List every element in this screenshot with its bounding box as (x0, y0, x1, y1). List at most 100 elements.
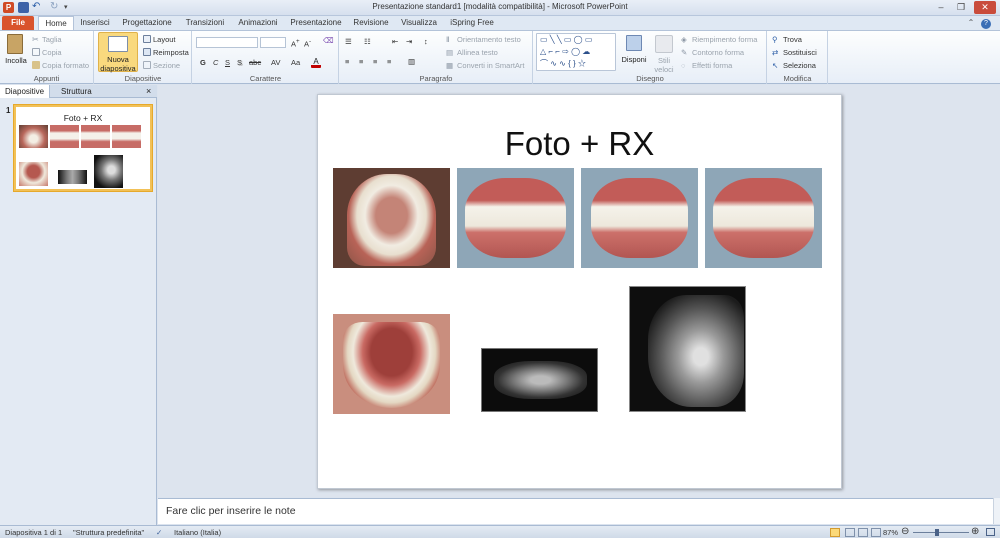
shadow-button[interactable]: S (237, 58, 242, 67)
cut-icon[interactable]: ✂ (32, 35, 39, 44)
zoom-out-icon[interactable]: ⊖ (901, 526, 909, 537)
align-right-icon[interactable]: ≡ (373, 57, 377, 66)
quick-styles-line1[interactable]: Stili (650, 56, 678, 65)
close-icon[interactable]: ✕ (974, 1, 996, 14)
zoom-level[interactable]: 87% (883, 528, 898, 537)
arrange-icon[interactable] (626, 35, 642, 51)
minimize-icon[interactable]: – (932, 1, 950, 14)
new-slide-button-line2[interactable]: diapositiva (95, 64, 141, 73)
notes-pane[interactable]: Fare clic per inserire le note (158, 498, 993, 524)
shape-outline-button[interactable]: Contorno forma (692, 48, 744, 57)
smartart-icon[interactable]: ▦ (446, 61, 453, 70)
new-slide-button-line1[interactable]: Nuova (98, 55, 138, 64)
align-left-icon[interactable]: ≡ (345, 57, 349, 66)
line-spacing-icon[interactable]: ↕ (424, 37, 428, 46)
tab-file[interactable]: File (2, 16, 34, 30)
copy-button[interactable]: Copia (42, 48, 62, 57)
shape-outline-icon[interactable]: ✎ (681, 48, 687, 57)
clear-format-icon[interactable]: ⌫ (323, 36, 334, 45)
section-icon[interactable] (143, 61, 151, 69)
shape-fill-icon[interactable]: ◈ (681, 35, 687, 44)
layout-button[interactable]: Layout (153, 35, 176, 44)
text-direction-icon[interactable]: Ⅱ (446, 35, 450, 44)
shape-effects-icon[interactable]: ◌ (681, 61, 685, 70)
reading-view-icon[interactable] (858, 528, 868, 537)
restore-icon[interactable]: ❐ (952, 1, 970, 14)
section-button[interactable]: Sezione (153, 61, 180, 70)
slide-title[interactable]: Foto + RX (318, 125, 841, 163)
slide-thumbnail[interactable]: Foto + RX (14, 105, 152, 191)
find-button[interactable]: Trova (783, 35, 802, 44)
tab-transitions[interactable]: Transizioni (180, 16, 230, 30)
font-size-select[interactable] (260, 37, 286, 48)
shape-fill-button[interactable]: Riempimento forma (692, 35, 757, 44)
align-text-icon[interactable]: ▤ (446, 48, 453, 57)
font-color-icon[interactable]: A (311, 58, 321, 68)
tab-slideshow[interactable]: Presentazione (288, 16, 344, 30)
justify-icon[interactable]: ≡ (387, 57, 391, 66)
xray-cephalometric[interactable] (629, 286, 746, 412)
increase-indent-icon[interactable]: ⇥ (406, 37, 412, 46)
photo-lower-occlusal[interactable] (333, 314, 450, 414)
format-painter-button[interactable]: Copia formato (42, 61, 89, 70)
language[interactable]: Italiano (Italia) (174, 528, 221, 537)
bold-button[interactable]: G (200, 58, 206, 67)
normal-view-icon[interactable] (830, 528, 840, 537)
numbering-icon[interactable]: ☷ (364, 37, 371, 46)
tab-ispring[interactable]: iSpring Free (446, 16, 498, 30)
tab-outline-pane[interactable]: Struttura (56, 85, 97, 98)
slide-sorter-icon[interactable] (845, 528, 855, 537)
shapes-gallery[interactable]: ▭ ╲ ╲ ▭ ◯ ▭ △ ⌐ ⌐ ⇨ ◯ ☁ ⌒ ∿ ∿ { } ☆ (536, 33, 616, 71)
zoom-slider[interactable] (913, 532, 969, 533)
shape-effects-button[interactable]: Effetti forma (692, 61, 732, 70)
xray-panoramic[interactable] (481, 348, 598, 412)
text-direction-button[interactable]: Orientamento testo (457, 35, 521, 44)
reset-button[interactable]: Reimposta (153, 48, 189, 57)
photo-frontal-1[interactable] (457, 168, 574, 268)
columns-icon[interactable]: ▥ (408, 57, 415, 66)
font-name-select[interactable] (196, 37, 258, 48)
fit-to-window-icon[interactable] (986, 528, 995, 536)
paste-button[interactable]: Incolla (2, 56, 30, 65)
cut-button[interactable]: Taglia (42, 35, 62, 44)
decrease-indent-icon[interactable]: ⇤ (392, 37, 398, 46)
align-text-button[interactable]: Allinea testo (457, 48, 498, 57)
underline-button[interactable]: S (225, 58, 230, 67)
slide-canvas[interactable]: Foto + RX (317, 94, 842, 489)
zoom-slider-thumb[interactable] (935, 529, 939, 536)
italic-button[interactable]: C (213, 58, 218, 67)
tab-view[interactable]: Visualizza (398, 16, 440, 30)
tab-design[interactable]: Progettazione (118, 16, 176, 30)
zoom-in-icon[interactable]: ⊕ (971, 526, 979, 537)
change-case-icon[interactable]: Aa (291, 58, 300, 67)
tab-insert[interactable]: Inserisci (76, 16, 114, 30)
notes-scrollbar[interactable] (993, 498, 1000, 524)
replace-button[interactable]: Sostituisci (783, 48, 817, 57)
arrange-button[interactable]: Disponi (620, 55, 648, 64)
replace-icon[interactable]: ⇄ (772, 48, 778, 57)
theme-name[interactable]: "Struttura predefinita" (73, 528, 144, 537)
photo-frontal-3[interactable] (705, 168, 822, 268)
quick-styles-icon[interactable] (655, 35, 673, 53)
grow-font-icon[interactable]: A+ (291, 38, 300, 49)
select-icon[interactable]: ↖ (772, 61, 778, 70)
tab-animations[interactable]: Animazioni (234, 16, 282, 30)
tab-slides-pane[interactable]: Diapositive (0, 85, 51, 98)
select-button[interactable]: Seleziona (783, 61, 816, 70)
quick-styles-line2[interactable]: veloci (650, 65, 678, 74)
help-icon[interactable]: ? (980, 16, 992, 30)
copy-icon[interactable] (32, 48, 40, 56)
tab-review[interactable]: Revisione (350, 16, 392, 30)
slideshow-icon[interactable] (871, 528, 881, 537)
layout-icon[interactable] (143, 35, 151, 43)
minimize-ribbon-icon[interactable]: ⌃ (965, 16, 977, 30)
close-pane-icon[interactable]: × (141, 85, 156, 98)
align-center-icon[interactable]: ≡ (359, 57, 363, 66)
char-spacing-icon[interactable]: AV (271, 58, 280, 67)
smartart-button[interactable]: Converti in SmartArt (457, 61, 525, 70)
photo-frontal-2[interactable] (581, 168, 698, 268)
strikethrough-button[interactable]: abc (249, 58, 261, 67)
spellcheck-icon[interactable]: ✓ (156, 528, 162, 537)
reset-icon[interactable] (143, 48, 151, 56)
bullets-icon[interactable]: ☰ (345, 37, 352, 46)
